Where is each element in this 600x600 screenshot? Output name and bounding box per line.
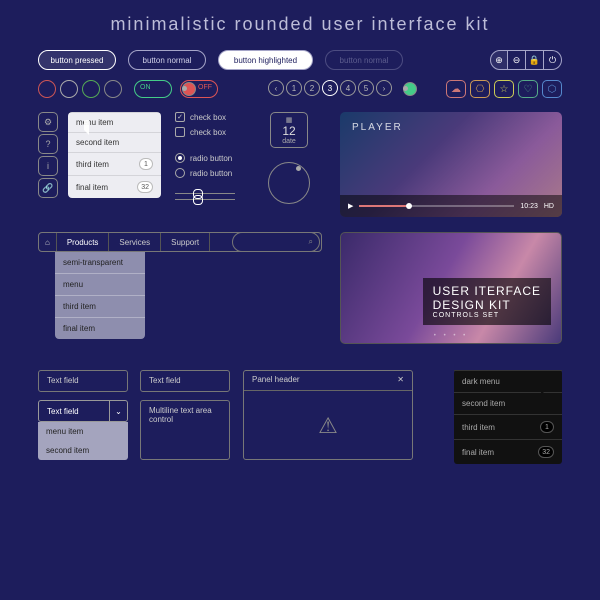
player-time: 10:23 <box>520 203 538 210</box>
slider[interactable] <box>175 193 235 194</box>
help-icon[interactable]: ? <box>38 134 58 154</box>
menu-item[interactable]: second item <box>38 441 128 460</box>
pager-page[interactable]: 1 <box>286 80 302 96</box>
pager-page[interactable]: 5 <box>358 80 374 96</box>
menu-item[interactable]: menu item <box>38 422 128 441</box>
menu-item[interactable]: semi-transparent <box>55 252 145 273</box>
banner[interactable]: USER ITERFACE DESIGN KIT CONTROLS SET • … <box>340 232 562 344</box>
play-icon[interactable]: ▶ <box>348 202 353 210</box>
button-pressed[interactable]: button pressed <box>38 50 116 70</box>
circle-icon[interactable] <box>104 80 122 98</box>
pager-prev[interactable]: ‹ <box>268 80 284 96</box>
button-disabled: button normal <box>325 50 403 70</box>
calendar-icon: ▦ <box>271 116 307 124</box>
banner-title: USER ITERFACE <box>433 284 541 298</box>
warning-icon: ⚠ <box>244 413 412 439</box>
menu-item[interactable]: final item32 <box>68 175 161 198</box>
menu-light[interactable]: menu item second item third item1 final … <box>68 112 161 198</box>
media-player[interactable]: PLAYER ▶ 10:23 HD <box>340 112 562 217</box>
banner-title: DESIGN KIT <box>433 298 541 312</box>
checkbox[interactable]: ✓check box <box>175 112 232 122</box>
radio[interactable]: radio button <box>175 168 232 178</box>
home-icon[interactable]: ⌂ <box>39 233 57 251</box>
button-highlighted[interactable]: button highlighted <box>218 50 313 70</box>
button-group[interactable]: ⊕ ⊖ 🔒 ⏻ <box>490 50 562 70</box>
menu-item[interactable]: second item <box>68 132 161 152</box>
pager-page[interactable]: 2 <box>304 80 320 96</box>
panel-header: Panel header <box>252 375 300 386</box>
rotary-knob[interactable] <box>268 162 310 204</box>
carousel-dots[interactable]: • • • • <box>341 333 561 339</box>
slider[interactable] <box>175 199 235 200</box>
checkbox[interactable]: check box <box>175 127 232 137</box>
pager-page[interactable]: 3 <box>322 80 338 96</box>
nav-item[interactable]: Services <box>109 233 161 251</box>
info-icon[interactable]: i <box>38 156 58 176</box>
minus-icon[interactable]: ⊖ <box>508 50 526 70</box>
dropdown[interactable]: Text field ⌄ <box>38 400 128 422</box>
menu-item[interactable]: final item <box>55 317 145 339</box>
player-label: PLAYER <box>352 122 403 133</box>
scrub-slider[interactable] <box>359 205 514 207</box>
pager-page[interactable]: 4 <box>340 80 356 96</box>
star-icon[interactable]: ☆ <box>494 80 514 98</box>
date-picker[interactable]: ▦ 12 date <box>270 112 308 148</box>
search-icon: ⌕ <box>309 237 313 247</box>
radio[interactable]: radio button <box>175 153 232 163</box>
text-field[interactable]: Text field <box>140 370 230 392</box>
dropdown-semi[interactable]: semi-transparent menu third item final i… <box>55 252 145 339</box>
page-title: minimalistic rounded user interface kit <box>0 14 600 35</box>
lock-icon[interactable]: 🔒 <box>526 50 544 70</box>
power-icon[interactable]: ⏻ <box>544 50 562 70</box>
panel: Panel header ✕ ⚠ <box>243 370 413 460</box>
menu-item[interactable]: third item <box>55 295 145 317</box>
speech-icon[interactable]: ⎔ <box>470 80 490 98</box>
chevron-down-icon[interactable]: ⌄ <box>109 401 127 421</box>
player-quality: HD <box>544 203 554 210</box>
text-field[interactable]: Text field <box>38 370 128 392</box>
cloud-icon[interactable]: ☁ <box>446 80 466 98</box>
menu-item[interactable]: second item <box>454 392 562 414</box>
textarea[interactable]: Multiline text area control <box>140 400 230 460</box>
toggle-on[interactable]: ON <box>134 80 172 98</box>
banner-subtitle: CONTROLS SET <box>433 312 541 319</box>
gear-icon[interactable]: ⚙ <box>38 112 58 132</box>
nav-item[interactable]: Support <box>161 233 210 251</box>
toggle-off[interactable]: OFF <box>180 80 218 98</box>
dropdown-menu[interactable]: menu item second item <box>38 422 128 460</box>
search-input[interactable]: ⌕ <box>232 232 320 252</box>
menu-item[interactable]: menu <box>55 273 145 295</box>
menu-item[interactable]: third item1 <box>454 414 562 439</box>
menu-dark[interactable]: dark menu second item third item1 final … <box>454 370 562 464</box>
circle-icon[interactable] <box>38 80 56 98</box>
menu-item[interactable]: third item1 <box>68 152 161 175</box>
pager-next[interactable]: › <box>376 80 392 96</box>
close-icon[interactable]: ✕ <box>397 375 404 386</box>
heart-icon[interactable]: ♡ <box>518 80 538 98</box>
button-normal[interactable]: button normal <box>128 50 206 70</box>
pager[interactable]: ‹ 1 2 3 4 5 › <box>268 80 392 96</box>
circle-icon[interactable] <box>82 80 100 98</box>
circle-icon[interactable] <box>60 80 78 98</box>
link-icon[interactable]: 🔗 <box>38 178 58 198</box>
hexagon-icon[interactable]: ⬡ <box>542 80 562 98</box>
nav-item[interactable]: Products <box>57 233 110 251</box>
plus-icon[interactable]: ⊕ <box>490 50 508 70</box>
menu-item[interactable]: final item32 <box>454 439 562 464</box>
